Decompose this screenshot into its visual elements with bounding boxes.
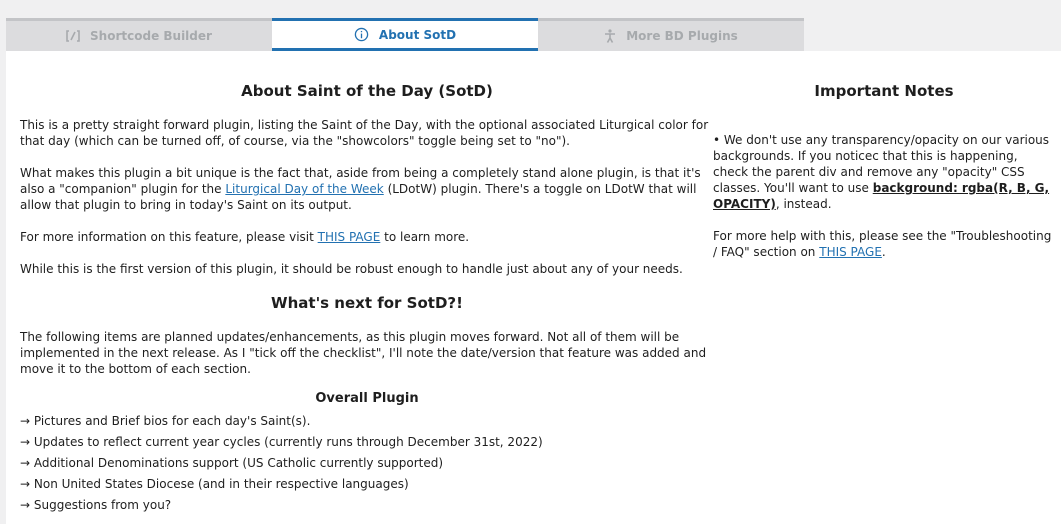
accessibility-icon — [604, 29, 616, 43]
notes-title: Important Notes — [814, 82, 954, 100]
tab-bar: Shortcode Builder About SotD More BD Plu… — [6, 18, 804, 51]
about-column: About Saint of the Day (SotD) This is a … — [20, 51, 714, 518]
tab-shortcode-builder[interactable]: Shortcode Builder — [6, 18, 272, 51]
tab-label: More BD Plugins — [626, 29, 738, 43]
about-title: About Saint of the Day (SotD) — [241, 82, 493, 100]
list-item: → Updates to reflect current year cycles… — [20, 435, 543, 449]
about-paragraph-4: While this is the first version of this … — [20, 262, 683, 276]
planned-list: → Pictures and Brief bios for each day's… — [20, 413, 714, 513]
this-page-link[interactable]: THIS PAGE — [318, 230, 381, 244]
shortcode-icon — [66, 30, 80, 42]
list-item: → Pictures and Brief bios for each day's… — [20, 414, 311, 428]
note-1: • We don't use any transparency/opacity … — [713, 133, 1050, 211]
tab-label: About SotD — [378, 27, 457, 42]
content-panel: About Saint of the Day (SotD) This is a … — [6, 51, 1061, 524]
note-2: For more help with this, please see the … — [713, 229, 1052, 259]
tab-label: Shortcode Builder — [90, 29, 212, 43]
faq-page-link[interactable]: THIS PAGE — [819, 245, 882, 259]
info-icon — [354, 27, 369, 42]
liturgical-day-link[interactable]: Liturgical Day of the Week — [225, 182, 383, 196]
list-item: → Additional Denominations support (US C… — [20, 456, 444, 470]
about-paragraph-2: What makes this plugin a bit unique is t… — [20, 166, 701, 212]
overall-plugin-title: Overall Plugin — [315, 391, 419, 406]
whats-next-title: What's next for SotD?! — [271, 294, 463, 312]
whats-next-intro: The following items are planned updates/… — [20, 330, 707, 376]
list-item: → Non United States Diocese (and in thei… — [20, 477, 409, 491]
about-paragraph-1: This is a pretty straight forward plugin… — [20, 118, 709, 148]
list-item: → Suggestions from you? — [20, 498, 172, 512]
tab-about-sotd[interactable]: About SotD — [272, 18, 538, 51]
about-paragraph-3: For more information on this feature, pl… — [20, 230, 470, 244]
tab-more-bd-plugins[interactable]: More BD Plugins — [538, 18, 804, 51]
notes-column: Important Notes • We don't use any trans… — [713, 51, 1055, 260]
